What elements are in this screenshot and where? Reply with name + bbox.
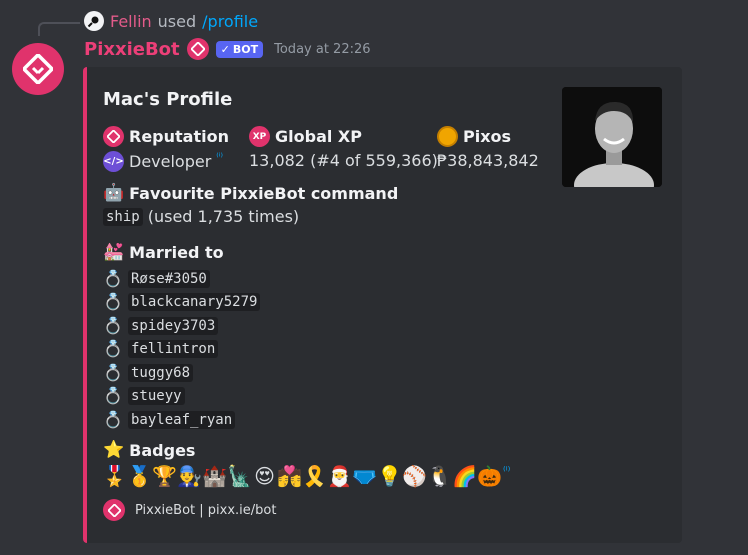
global-xp-value: 13,082 (#4 of 559,366): [249, 151, 438, 170]
badge-medal-icon[interactable]: 🎖️: [102, 464, 127, 487]
reply-verb: used: [157, 11, 197, 31]
spouse-name: fellintron: [128, 340, 219, 359]
badge-ball-icon[interactable]: ⚾: [402, 464, 427, 487]
magnifier-icon: [87, 16, 99, 28]
badge-lightbulb-icon[interactable]: 💡: [377, 464, 402, 487]
role-icon: [186, 38, 209, 60]
pixxiebot-logo: [190, 42, 205, 56]
code-icon: </>: [103, 151, 124, 172]
badge-kiss-icon[interactable]: 💏: [277, 464, 302, 487]
reputation-value: Developer: [129, 152, 212, 171]
wedding-icon: 💒: [103, 242, 125, 262]
spouse-item: 💍 spidey3703: [103, 314, 260, 338]
badge-heart-eyes-icon[interactable]: 😍: [253, 464, 276, 487]
robot-icon: 🤖: [103, 183, 125, 203]
pixxiebot-logo: [23, 54, 53, 84]
spouse-item: 💍 blackcanary5279: [103, 291, 261, 315]
badge-penguin-icon[interactable]: 🐧: [427, 464, 452, 487]
embed-footer: PixxieBot | pixx.ie/bot: [103, 499, 276, 521]
favourite-command-label: Favourite PixxieBot command: [129, 183, 399, 203]
global-xp-label: Global XP: [275, 127, 362, 146]
info-icon[interactable]: ⁽ⁱ⁾: [503, 460, 510, 487]
badge-ribbon-icon[interactable]: 🎗️: [302, 464, 327, 487]
reply-command[interactable]: /profile: [202, 12, 258, 31]
spouse-name: Røse#3050: [128, 269, 210, 288]
profile-thumbnail[interactable]: [562, 87, 662, 187]
spouse-item: 💍 fellintron: [103, 338, 260, 362]
badge-gold-medal-icon[interactable]: 🥇: [127, 464, 152, 487]
spouse-name: tuggy68: [128, 363, 194, 382]
info-icon[interactable]: ⁽ⁱ⁾: [216, 152, 223, 163]
field-reputation: Reputation </> Developer ⁽ⁱ⁾: [103, 126, 229, 172]
badge-rainbow-icon[interactable]: 🌈: [452, 464, 477, 487]
spouse-item: 💍 stueyy: [103, 385, 260, 409]
profile-embed: Mac's Profile Reputation </> Developer ⁽…: [83, 67, 682, 543]
spouse-item: 💍 bayleaf_ryan: [103, 408, 260, 432]
badge-santa-icon[interactable]: 🎅: [327, 464, 352, 487]
ring-icon: 💍: [103, 315, 123, 335]
spouse-item: 💍 Røse#3050: [103, 267, 260, 291]
badge-pumpkin-icon[interactable]: 🎃: [477, 464, 502, 487]
ring-icon: 💍: [103, 268, 123, 288]
pixxiebot-logo-icon: [103, 126, 124, 147]
message-header: PixxieBot ✓ BOT Today at 22:26: [84, 38, 371, 60]
xp-icon: XP: [249, 126, 270, 147]
badge-trophy-icon[interactable]: 🏆: [152, 464, 177, 487]
field-global-xp: XP Global XP 13,082 (#4 of 559,366): [249, 126, 438, 170]
spouse-name: spidey3703: [128, 316, 219, 335]
field-favourite-command: 🤖 Favourite PixxieBot command ship (used…: [103, 183, 398, 226]
ring-icon: 💍: [103, 386, 123, 406]
reply-username[interactable]: Fellin: [110, 12, 152, 31]
bot-avatar[interactable]: [12, 43, 64, 95]
field-badges-header: ⭐ Badges: [103, 440, 195, 460]
married-label: Married to: [129, 242, 224, 262]
footer-logo-icon: [103, 499, 125, 521]
field-married-header: 💒 Married to: [103, 242, 224, 262]
badges-label: Badges: [129, 440, 196, 460]
reply-avatar[interactable]: [84, 11, 104, 31]
favourite-command-usage: (used 1,735 times): [147, 207, 300, 226]
reply-spine: [38, 22, 80, 36]
spouse-name: stueyy: [128, 387, 185, 406]
ring-icon: 💍: [103, 409, 123, 429]
ring-icon: 💍: [103, 362, 123, 382]
bot-tag: ✓ BOT: [215, 40, 264, 58]
ring-icon: 💍: [103, 339, 123, 359]
ring-icon: 💍: [103, 292, 123, 312]
badge-castle-icon[interactable]: 🏰: [202, 464, 227, 487]
star-icon: ⭐: [103, 440, 125, 460]
author-name[interactable]: PixxieBot: [84, 39, 180, 60]
profile-photo: [562, 87, 662, 187]
spouse-name: bayleaf_ryan: [128, 410, 236, 429]
favourite-command-code: ship: [103, 207, 143, 226]
check-icon: ✓: [220, 42, 230, 56]
footer-text: PixxieBot | pixx.ie/bot: [135, 502, 277, 518]
spouse-name: blackcanary5279: [128, 293, 261, 312]
badges-row: 🎖️ 🥇 🏆 👨‍🔧 🏰 🗽 😍 💏 🎗️ 🎅 🩲 💡 ⚾ 🐧 🌈 🎃 ⁽ⁱ⁾: [102, 464, 510, 487]
timestamp[interactable]: Today at 22:26: [274, 42, 370, 57]
field-pixos: Pixos ₱38,843,842: [437, 126, 539, 170]
pixos-label: Pixos: [463, 127, 512, 146]
badge-mechanic-icon[interactable]: 👨‍🔧: [177, 464, 202, 487]
badge-briefs-icon[interactable]: 🩲: [352, 464, 377, 487]
spouse-list: 💍 Røse#3050 💍 blackcanary5279 💍 spidey3703 …: [103, 267, 261, 432]
embed-title: Mac's Profile: [103, 89, 233, 110]
reputation-label: Reputation: [129, 127, 229, 146]
badge-statue-of-liberty-icon[interactable]: 🗽: [227, 464, 252, 487]
pixos-value: ₱38,843,842: [437, 151, 539, 170]
reply-context[interactable]: Fellin used /profile: [84, 11, 258, 31]
spouse-item: 💍 tuggy68: [103, 361, 260, 385]
bot-tag-label: BOT: [232, 42, 259, 56]
coin-icon: [437, 126, 458, 147]
